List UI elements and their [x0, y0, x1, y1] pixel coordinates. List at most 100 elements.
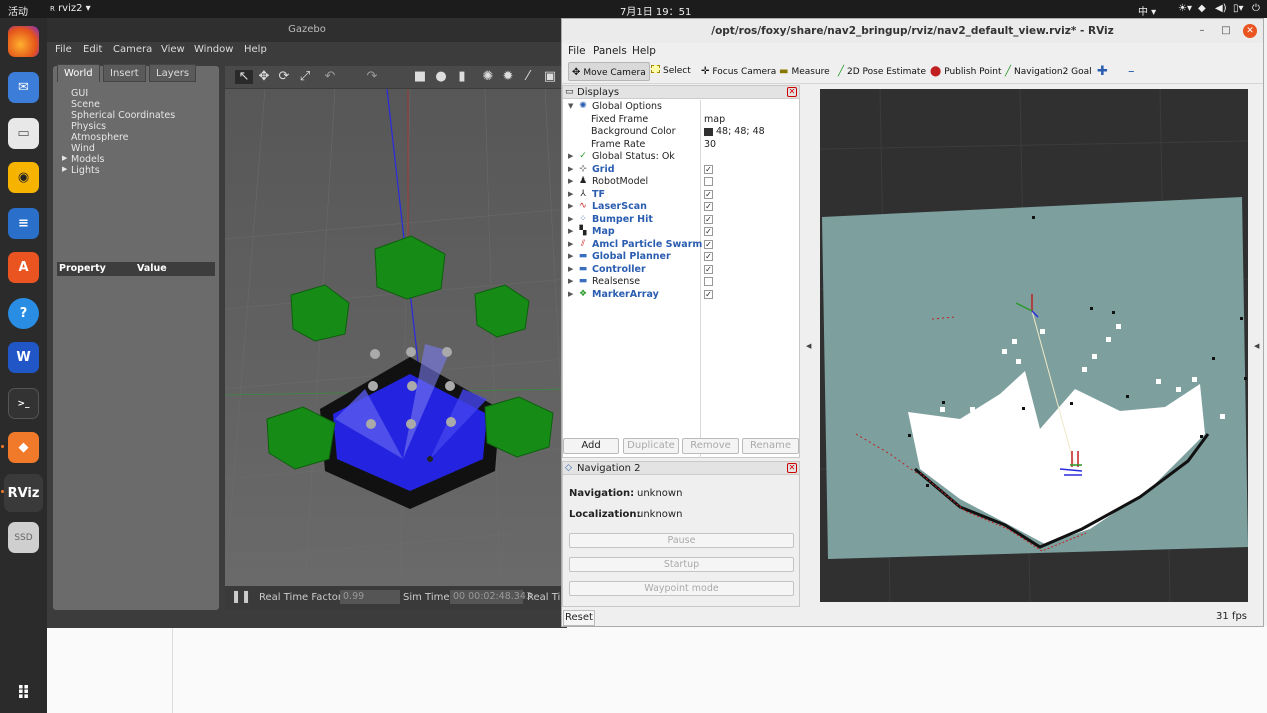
gz-menu-view[interactable]: View	[161, 44, 185, 55]
realsense-checkbox[interactable]	[704, 277, 713, 286]
rv-menu-help[interactable]: Help	[632, 45, 656, 57]
gz-menu-edit[interactable]: Edit	[83, 44, 102, 55]
tree-item-physics[interactable]: Physics	[71, 121, 106, 132]
expand-arrow-icon[interactable]: ▶	[568, 227, 573, 235]
maximize-icon[interactable]: □	[1219, 24, 1233, 38]
tree-item-gui[interactable]: GUI	[71, 88, 88, 99]
files-icon[interactable]: ▭	[8, 118, 39, 149]
tree-row-global-status[interactable]: ▶ ✓ Global Status: Ok	[563, 151, 799, 164]
select-mode-icon[interactable]: ↖	[235, 70, 253, 84]
close-panel-icon[interactable]: ✕	[787, 87, 797, 97]
grid-checkbox[interactable]: ✓	[704, 164, 713, 174]
pause-icon[interactable]: ❚❚	[231, 589, 251, 603]
activities-button[interactable]: 活动	[8, 3, 28, 18]
bumper-hit-checkbox[interactable]: ✓	[704, 214, 713, 224]
minimize-icon[interactable]: –	[1195, 24, 1209, 38]
help-icon[interactable]: ?	[8, 298, 39, 329]
tool-2d-pose-estimate[interactable]: ╱ 2D Pose Estimate	[835, 62, 929, 81]
tab-layers[interactable]: Layers	[149, 64, 197, 82]
rviz-app-icon[interactable]: RViz	[4, 474, 43, 512]
writer-icon[interactable]: ≡	[8, 208, 39, 239]
laserscan-checkbox[interactable]: ✓	[704, 202, 713, 211]
copy-icon[interactable]: ▣	[543, 70, 557, 84]
waypoint-mode-button[interactable]: Waypoint mode	[569, 581, 794, 596]
expand-arrow-icon[interactable]: ▶	[568, 240, 573, 248]
rv-menu-file[interactable]: File	[568, 45, 586, 57]
option-fixed-frame[interactable]: Fixed Frame map	[563, 114, 799, 127]
directional-light-icon[interactable]: ⁄	[521, 70, 535, 84]
undo-icon[interactable]: ↶	[323, 70, 337, 84]
display-controller[interactable]: ▶ ▬ Controller ✓	[563, 264, 799, 277]
app-grid-icon[interactable]: ⠿	[8, 678, 39, 709]
rhythmbox-icon[interactable]: ◉	[8, 162, 39, 193]
tool-move-camera[interactable]: ✥ Move Camera	[568, 62, 650, 81]
tab-insert[interactable]: Insert	[103, 64, 146, 82]
tool-select[interactable]: Select	[648, 62, 694, 81]
expand-arrow-icon[interactable]: ▶	[568, 177, 573, 185]
tf-checkbox[interactable]: ✓	[704, 189, 713, 199]
markerarray-checkbox[interactable]: ✓	[704, 289, 713, 299]
expand-arrow-icon[interactable]: ▶	[568, 190, 573, 198]
collapse-arrow-icon[interactable]: ▼	[568, 102, 573, 110]
tool-publish-point[interactable]: ⬤ Publish Point	[927, 62, 1005, 81]
display-tf[interactable]: ▶ ⅄ TF ✓	[563, 189, 799, 202]
startup-button[interactable]: Startup	[569, 557, 794, 572]
cylinder-shape-icon[interactable]: ▮	[455, 70, 469, 84]
display-realsense[interactable]: ▶ ▬ Realsense	[563, 276, 799, 289]
close-icon[interactable]: ✕	[1243, 24, 1257, 38]
box-shape-icon[interactable]: ■	[413, 70, 427, 84]
redo-icon[interactable]: ↷	[365, 70, 379, 84]
tool-measure[interactable]: ▬ Measure	[776, 62, 833, 81]
battery-icon[interactable]: ▯▾	[1233, 3, 1244, 14]
brightness-icon[interactable]: ☀▾	[1178, 3, 1192, 14]
tree-item-wind[interactable]: Wind	[71, 143, 95, 154]
expand-arrow-icon[interactable]: ▶	[568, 277, 573, 285]
expand-arrow-icon[interactable]: ▶	[568, 202, 573, 210]
remove-button[interactable]: Remove	[682, 438, 739, 454]
display-amcl-particle-swarm[interactable]: ▶ ⫽ Amcl Particle Swarm ✓	[563, 239, 799, 252]
active-app-menu[interactable]: R rviz2 ▾	[50, 3, 91, 14]
option-frame-rate[interactable]: Frame Rate 30	[563, 139, 799, 152]
firefox-icon[interactable]	[8, 26, 39, 57]
terminal-icon[interactable]: >_	[8, 388, 39, 419]
thunderbird-icon[interactable]: ✉	[8, 72, 39, 103]
translate-mode-icon[interactable]: ✥	[257, 70, 271, 84]
tree-item-lights[interactable]: ▶ Lights	[62, 165, 100, 176]
display-global-planner[interactable]: ▶ ▬ Global Planner ✓	[563, 251, 799, 264]
option-background-color[interactable]: Background Color 48; 48; 48	[563, 126, 799, 139]
duplicate-button[interactable]: Duplicate	[623, 438, 679, 454]
tree-item-atmosphere[interactable]: Atmosphere	[71, 132, 129, 143]
pause-button[interactable]: Pause	[569, 533, 794, 548]
tab-world[interactable]: World	[57, 64, 100, 82]
spot-light-icon[interactable]: ✹	[501, 70, 515, 84]
ssd-drive-icon[interactable]: SSD	[8, 522, 39, 553]
gazebo-app-icon[interactable]: ◆	[8, 432, 39, 463]
tool-navigation2-goal[interactable]: ╱ Navigation2 Goal	[1002, 62, 1095, 81]
rotate-mode-icon[interactable]: ⟳	[277, 70, 291, 84]
expand-arrow-icon[interactable]: ▶	[62, 165, 67, 173]
display-grid[interactable]: ▶ ⊹ Grid ✓	[563, 164, 799, 177]
expand-arrow-icon[interactable]: ▶	[568, 252, 573, 260]
rviz-3d-view[interactable]	[820, 89, 1248, 602]
rename-button[interactable]: Rename	[742, 438, 799, 454]
software-icon[interactable]: A	[8, 252, 39, 283]
expand-arrow-icon[interactable]: ▶	[62, 154, 67, 162]
controller-checkbox[interactable]: ✓	[704, 264, 713, 274]
wps-icon[interactable]: W	[8, 342, 39, 373]
map-checkbox[interactable]: ✓	[704, 227, 713, 236]
global-planner-checkbox[interactable]: ✓	[704, 252, 713, 261]
input-method[interactable]: 中 ▾	[1138, 3, 1156, 18]
expand-arrow-icon[interactable]: ▶	[568, 152, 573, 160]
gz-menu-window[interactable]: Window	[194, 44, 233, 55]
wifi-icon[interactable]: ◆	[1198, 3, 1206, 14]
scale-mode-icon[interactable]: ⤢	[298, 70, 312, 84]
display-robotmodel[interactable]: ▶ ♟ RobotModel	[563, 176, 799, 189]
tree-item-spherical-coordinates[interactable]: Spherical Coordinates	[71, 110, 175, 121]
add-tool-icon[interactable]: ✚	[1094, 62, 1111, 81]
collapse-left-icon[interactable]: ◀	[806, 342, 811, 350]
collapse-right-icon[interactable]: ◀	[1254, 342, 1259, 350]
robotmodel-checkbox[interactable]	[704, 177, 713, 186]
power-icon[interactable]: ⏻	[1252, 3, 1260, 14]
reset-button[interactable]: Reset	[563, 610, 595, 626]
display-laserscan[interactable]: ▶ ∿ LaserScan ✓	[563, 201, 799, 214]
